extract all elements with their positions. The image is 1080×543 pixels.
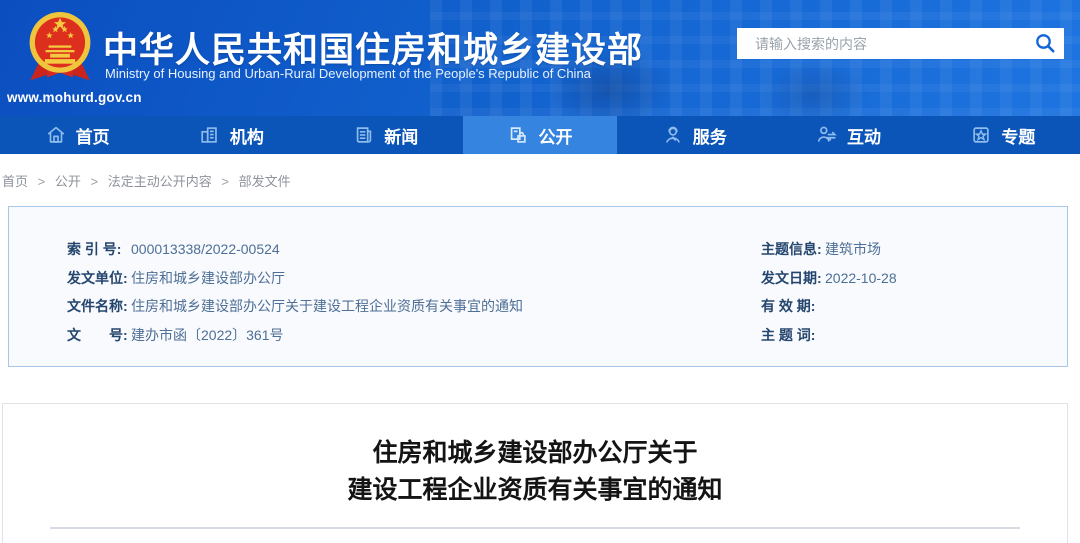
meta-label: 文件名称: <box>67 298 128 315</box>
meta-label: 发文单位: <box>67 269 128 286</box>
nav-item-label: 互动 <box>847 127 882 147</box>
meta-value: 住房和城乡建设部办公厅 <box>131 269 285 286</box>
nav-item-label: 专题 <box>1001 127 1036 147</box>
breadcrumb-separator: > <box>37 174 46 189</box>
article-title-line2: 建设工程企业资质有关事宜的通知 <box>347 476 723 504</box>
nav-item-label: 公开 <box>538 127 573 147</box>
meta-label: 索 引 号: <box>67 241 122 258</box>
meta-row-issuing-unit: 发文单位: 住房和城乡建设部办公厅 <box>67 264 727 293</box>
topics-icon <box>973 127 990 143</box>
meta-value: 建筑市场 <box>825 241 881 258</box>
nav-item-label: 首页 <box>75 127 110 147</box>
nav-item-topics[interactable]: 专题 <box>926 116 1080 154</box>
meta-row-validity: 有 效 期: <box>761 292 1061 321</box>
national-emblem-icon <box>29 12 91 81</box>
meta-row-topic-info: 主题信息: 建筑市场 <box>761 235 1061 264</box>
nav-item-news[interactable]: 新闻 <box>309 116 463 154</box>
main-navigation: 首页 机构 新闻 公开 服务 互动 专题 <box>0 116 1080 154</box>
nav-item-service[interactable]: 服务 <box>617 116 771 154</box>
article-divider <box>50 527 1020 529</box>
header-tree-image <box>760 60 870 116</box>
meta-label: 有 效 期: <box>761 298 816 315</box>
organization-icon <box>201 127 217 143</box>
document-meta-box: 索 引 号: 000013338/2022-00524 发文单位: 住房和城乡建… <box>8 206 1068 367</box>
site-url: www.mohurd.gov.cn <box>7 90 142 105</box>
breadcrumb-separator: > <box>221 174 229 189</box>
national-emblem-logo[interactable] <box>22 7 98 93</box>
meta-column-left: 索 引 号: 000013338/2022-00524 发文单位: 住房和城乡建… <box>67 235 727 349</box>
breadcrumb-separator: > <box>90 174 99 189</box>
meta-label: 主题信息: <box>761 241 822 258</box>
meta-row-document-title: 文件名称: 住房和城乡建设部办公厅关于建设工程企业资质有关事宜的通知 <box>67 292 727 321</box>
meta-column-right: 主题信息: 建筑市场 发文日期: 2022-10-28 有 效 期: 主 题 词… <box>761 235 1061 349</box>
breadcrumb-item-home[interactable]: 首页 <box>2 174 28 189</box>
meta-label: 主 题 词: <box>761 327 816 344</box>
meta-row-document-number: 文 号: 建办市函〔2022〕361号 <box>67 321 727 350</box>
meta-row-index-number: 索 引 号: 000013338/2022-00524 <box>67 235 727 264</box>
page: www.mohurd.gov.cn 中华人民共和国住房和城乡建设部 Minist… <box>0 0 1080 543</box>
article-title-line1: 住房和城乡建设部办公厅关于 <box>372 439 698 467</box>
home-icon <box>47 126 64 143</box>
search-input[interactable] <box>737 28 1064 59</box>
nav-item-disclosure[interactable]: 公开 <box>462 116 618 154</box>
meta-label: 文 号: <box>67 327 128 344</box>
meta-value: 000013338/2022-00524 <box>131 241 280 258</box>
breadcrumb-item-disclosure[interactable]: 公开 <box>55 174 81 189</box>
site-subtitle-english: Ministry of Housing and Urban-Rural Deve… <box>105 66 591 81</box>
meta-row-issue-date: 发文日期: 2022-10-28 <box>761 264 1061 293</box>
search-icon[interactable] <box>1034 32 1056 54</box>
meta-label: 发文日期: <box>761 269 822 286</box>
nav-item-label: 机构 <box>229 127 264 147</box>
nav-item-interaction[interactable]: 互动 <box>771 116 925 154</box>
search-box <box>737 28 1064 59</box>
service-icon <box>665 126 680 143</box>
site-header: www.mohurd.gov.cn 中华人民共和国住房和城乡建设部 Minist… <box>0 0 1080 116</box>
disclosure-icon <box>511 127 527 143</box>
breadcrumb: 首页 > 公开 > 法定主动公开内容 > 部发文件 <box>2 171 291 190</box>
news-icon <box>356 127 372 143</box>
meta-value: 建办市函〔2022〕361号 <box>131 327 284 344</box>
meta-value: 2022-10-28 <box>825 269 897 286</box>
breadcrumb-item-ministry-documents[interactable]: 部发文件 <box>239 174 291 189</box>
meta-row-keywords: 主 题 词: <box>761 321 1061 350</box>
nav-item-label: 服务 <box>692 127 727 147</box>
nav-item-organization[interactable]: 机构 <box>154 116 308 154</box>
breadcrumb-item-statutory-disclosure[interactable]: 法定主动公开内容 <box>108 174 212 189</box>
nav-item-home[interactable]: 首页 <box>0 116 154 154</box>
article-title: 住房和城乡建设部办公厅关于 建设工程企业资质有关事宜的通知 <box>3 404 1067 509</box>
article-panel: 住房和城乡建设部办公厅关于 建设工程企业资质有关事宜的通知 <box>2 403 1068 543</box>
nav-item-label: 新闻 <box>384 127 419 147</box>
interaction-icon <box>817 126 837 142</box>
meta-value: 住房和城乡建设部办公厅关于建设工程企业资质有关事宜的通知 <box>131 298 523 315</box>
